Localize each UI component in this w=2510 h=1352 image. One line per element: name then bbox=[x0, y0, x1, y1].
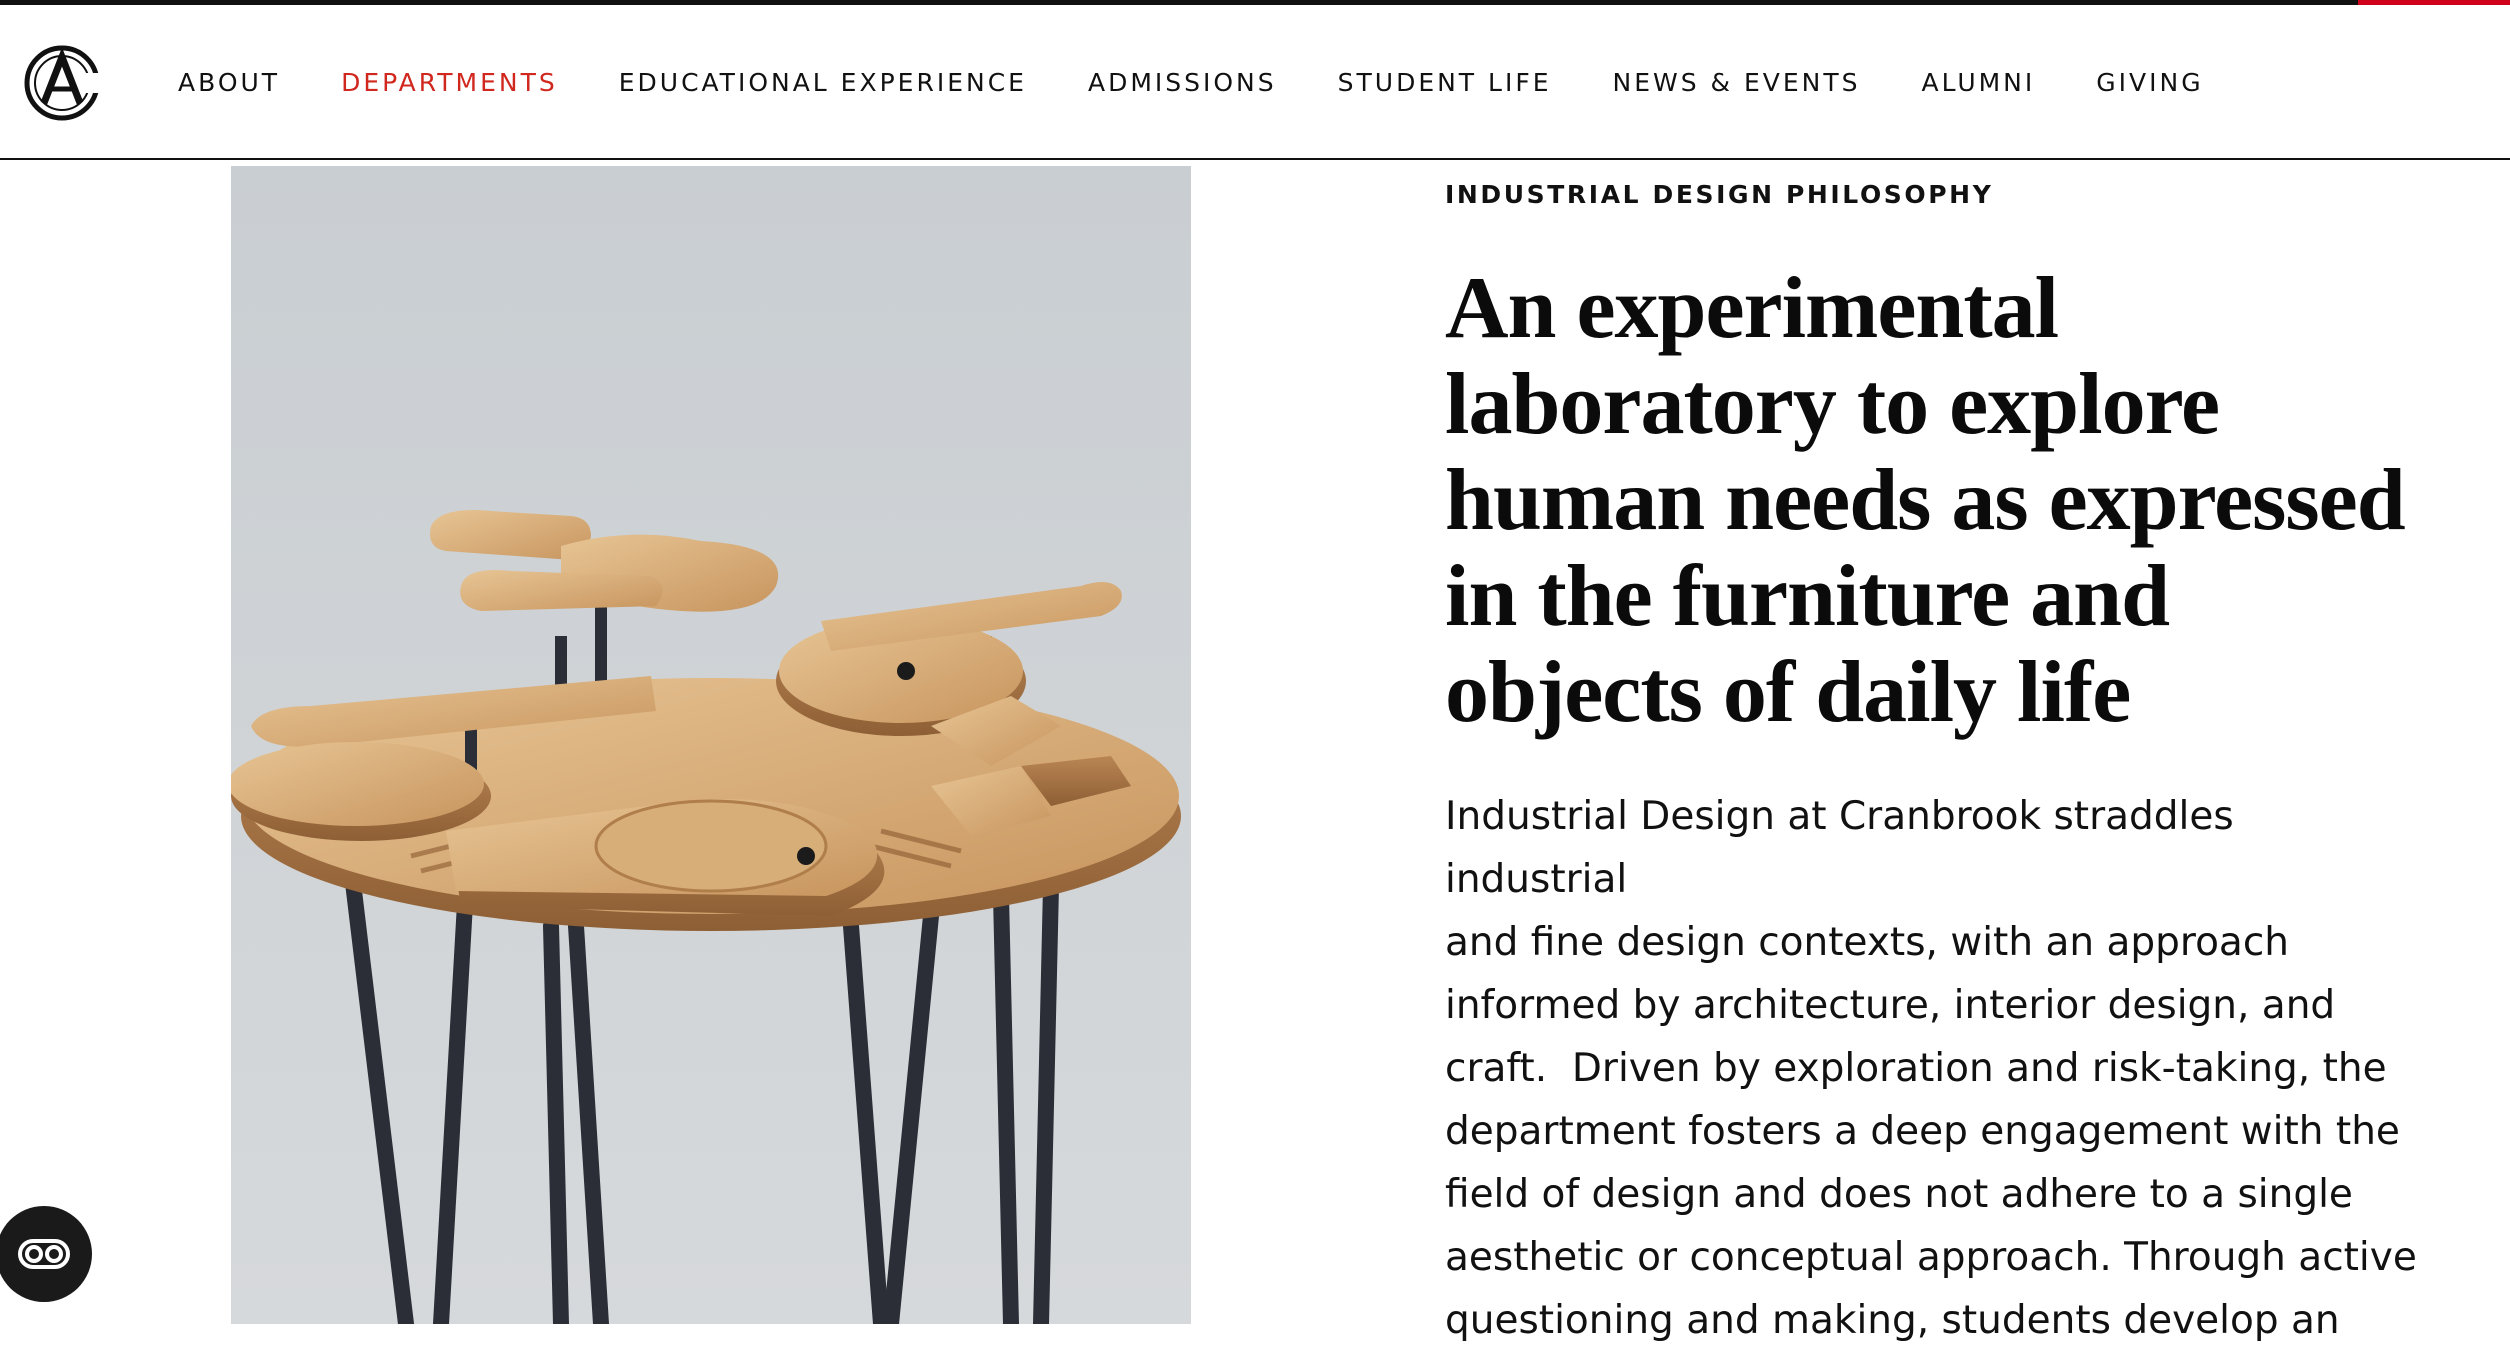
headline-line: in the furniture and bbox=[1445, 548, 2170, 645]
nav-giving[interactable]: GIVING bbox=[2096, 68, 2203, 97]
nav-student-life[interactable]: STUDENT LIFE bbox=[1338, 68, 1552, 97]
nav-departments[interactable]: DEPARTMENTS bbox=[341, 68, 558, 97]
main-nav: ABOUT DEPARTMENTS EDUCATIONAL EXPERIENCE… bbox=[178, 5, 2265, 160]
nav-alumni[interactable]: ALUMNI bbox=[1922, 68, 2036, 97]
main-content: INDUSTRIAL DESIGN PHILOSOPHY An experime… bbox=[1445, 160, 2445, 1352]
intro-line: department fosters a deep engagement wit… bbox=[1445, 1109, 2400, 1154]
intro-line: questioning and making, students develop… bbox=[1445, 1298, 2340, 1343]
headline-line: An experimental bbox=[1445, 260, 2059, 357]
intro-line: craft. Driven by exploration and risk-ta… bbox=[1445, 1046, 2387, 1091]
nav-admissions[interactable]: ADMISSIONS bbox=[1088, 68, 1277, 97]
accessibility-toggle-button[interactable] bbox=[0, 1206, 92, 1302]
site-header: ABOUT DEPARTMENTS EDUCATIONAL EXPERIENCE… bbox=[0, 5, 2510, 160]
nav-about[interactable]: ABOUT bbox=[178, 68, 280, 97]
cranbrook-logo-icon[interactable] bbox=[22, 43, 102, 123]
nav-news-events[interactable]: NEWS & EVENTS bbox=[1613, 68, 1861, 97]
intro-line: and fine design contexts, with an approa… bbox=[1445, 920, 2289, 965]
page-headline: An experimental laboratory to explore hu… bbox=[1445, 261, 2445, 741]
intro-line: informed by architecture, interior desig… bbox=[1445, 983, 2336, 1028]
intro-paragraph: Industrial Design at Cranbrook straddles… bbox=[1445, 785, 2425, 1352]
wooden-table-photo bbox=[231, 166, 1191, 1324]
intro-line: field of design and does not adhere to a… bbox=[1445, 1172, 2353, 1217]
intro-line: Industrial Design at Cranbrook straddles… bbox=[1445, 794, 2234, 902]
headline-line: human needs as expressed bbox=[1445, 452, 2406, 549]
headline-line: laboratory to explore bbox=[1445, 356, 2220, 453]
accessibility-toggle-icon bbox=[18, 1239, 70, 1269]
section-eyebrow: INDUSTRIAL DESIGN PHILOSOPHY bbox=[1445, 180, 1994, 209]
intro-line: aesthetic or conceptual approach. Throug… bbox=[1445, 1235, 2417, 1280]
headline-line: objects of daily life bbox=[1445, 644, 2131, 741]
nav-educational-experience[interactable]: EDUCATIONAL EXPERIENCE bbox=[619, 68, 1027, 97]
